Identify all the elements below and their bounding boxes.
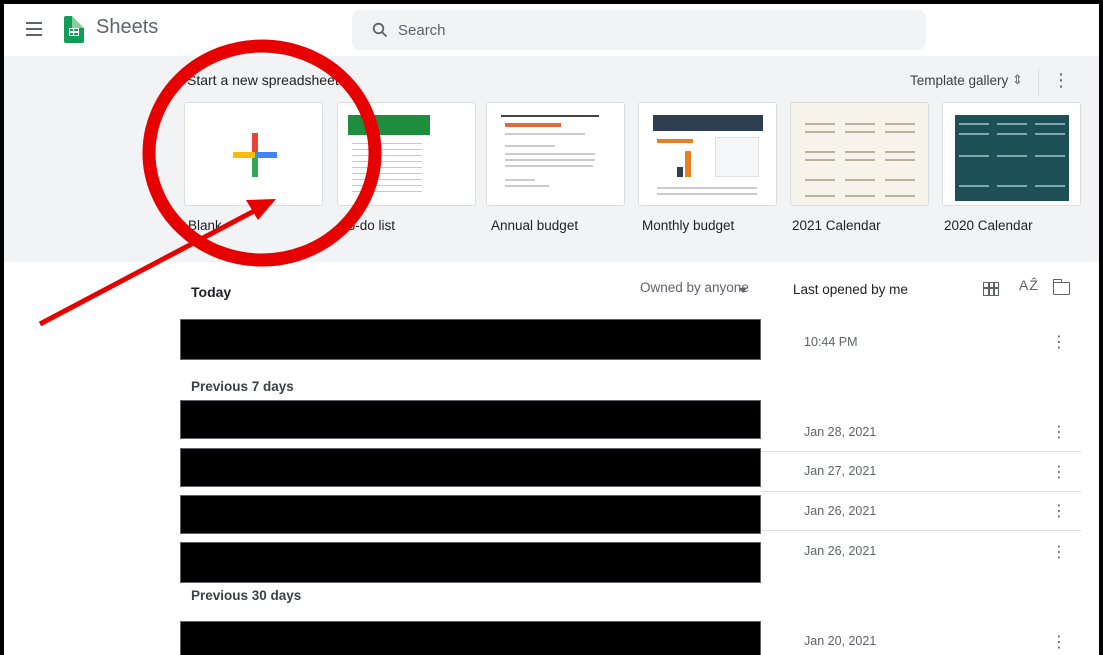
sort-arrows-icon[interactable]: ⇕ <box>1012 72 1023 88</box>
search-icon <box>372 22 388 38</box>
search-placeholder: Search <box>398 22 446 39</box>
file-row-redacted[interactable] <box>180 319 761 360</box>
owner-filter-dropdown[interactable]: Owned by anyone <box>640 280 749 295</box>
file-row-redacted[interactable] <box>180 400 761 439</box>
sort-az-icon[interactable]: AẐ <box>1019 277 1039 293</box>
template-label-blank[interactable]: Blank <box>188 218 222 233</box>
grid-view-icon[interactable] <box>983 282 999 296</box>
file-row-redacted[interactable] <box>180 621 761 655</box>
folder-icon[interactable] <box>1052 279 1070 295</box>
template-gallery-button[interactable]: Template gallery <box>910 73 1008 88</box>
more-vert-icon[interactable]: ⋮ <box>1051 501 1067 521</box>
more-vert-icon[interactable]: ⋮ <box>1052 70 1070 91</box>
template-card-2021-calendar[interactable] <box>790 102 929 206</box>
template-label-todo[interactable]: To-do list <box>341 218 395 233</box>
dropdown-arrow-icon[interactable] <box>739 288 747 293</box>
more-vert-icon[interactable]: ⋮ <box>1051 462 1067 482</box>
more-vert-icon[interactable]: ⋮ <box>1051 332 1067 352</box>
file-date: Jan 20, 2021 <box>804 634 877 648</box>
template-label-2020-calendar[interactable]: 2020 Calendar <box>944 218 1033 233</box>
file-date: Jan 28, 2021 <box>804 425 877 439</box>
file-row-redacted[interactable] <box>180 542 761 583</box>
plus-icon <box>233 133 277 177</box>
row-divider <box>761 451 1081 452</box>
app-window: Sheets Search Start a new spreadsheet Te… <box>4 4 1099 655</box>
section-title-today: Today <box>191 284 232 300</box>
template-card-monthly-budget[interactable] <box>638 102 777 206</box>
template-label-2021-calendar[interactable]: 2021 Calendar <box>792 218 881 233</box>
template-card-annual-budget[interactable] <box>486 102 625 206</box>
file-date: Jan 27, 2021 <box>804 464 877 478</box>
template-label-monthly-budget[interactable]: Monthly budget <box>642 218 734 233</box>
file-date: Jan 26, 2021 <box>804 544 877 558</box>
template-section-title: Start a new spreadsheet <box>187 72 339 88</box>
more-vert-icon[interactable]: ⋮ <box>1051 632 1067 652</box>
divider <box>1038 68 1039 96</box>
more-vert-icon[interactable]: ⋮ <box>1051 422 1067 442</box>
template-card-2020-calendar[interactable] <box>942 102 1081 206</box>
template-band: Start a new spreadsheet Template gallery… <box>4 56 1099 262</box>
sheets-logo-icon[interactable] <box>64 16 84 43</box>
app-name[interactable]: Sheets <box>96 16 158 39</box>
template-label-annual-budget[interactable]: Annual budget <box>491 218 578 233</box>
search-input[interactable]: Search <box>352 10 926 50</box>
template-card-todo[interactable] <box>337 102 476 206</box>
group-label-7-days: Previous 7 days <box>191 379 294 394</box>
file-row-redacted[interactable] <box>180 495 761 534</box>
menu-icon[interactable] <box>26 22 42 36</box>
row-divider <box>761 530 1081 531</box>
file-row-redacted[interactable] <box>180 448 761 487</box>
more-vert-icon[interactable]: ⋮ <box>1051 542 1067 562</box>
sort-dropdown[interactable]: Last opened by me <box>793 282 908 297</box>
group-label-30-days: Previous 30 days <box>191 588 302 603</box>
recent-files: Today Owned by anyone Last opened by me … <box>4 262 1099 655</box>
row-divider <box>761 491 1081 492</box>
file-date: Jan 26, 2021 <box>804 504 877 518</box>
template-card-blank[interactable] <box>184 102 323 206</box>
top-bar: Sheets Search <box>4 4 1099 56</box>
file-date: 10:44 PM <box>804 335 858 349</box>
